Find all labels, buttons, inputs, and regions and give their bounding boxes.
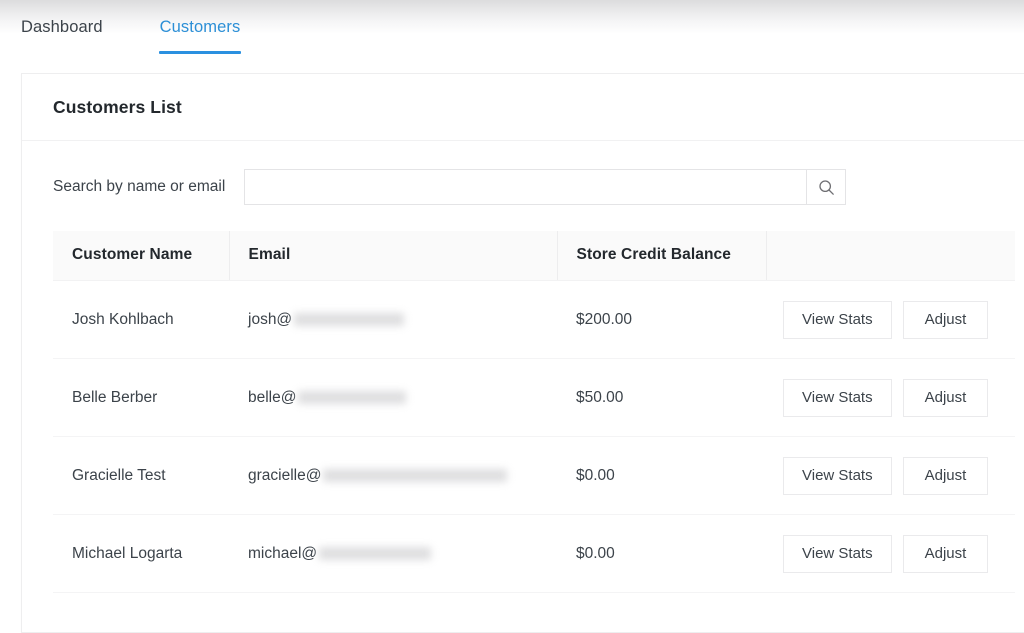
customers-table: Customer Name Email Store Credit Balance…: [53, 231, 1015, 593]
cell-email: belle@: [229, 358, 557, 437]
table-header-row: Customer Name Email Store Credit Balance: [53, 231, 1015, 281]
email-redacted-blur: [294, 313, 405, 326]
column-header-store-credit-balance: Store Credit Balance: [556, 231, 766, 281]
search-row: Search by name or email: [53, 169, 1024, 205]
email-redacted-blur: [319, 547, 432, 560]
adjust-button[interactable]: Adjust: [902, 300, 989, 339]
email-redacted-blur: [298, 391, 407, 404]
cell-actions: View Stats Adjust: [766, 436, 1015, 515]
column-header-customer-name: Customer Name: [53, 231, 229, 281]
search-button[interactable]: [806, 169, 847, 205]
cell-store-credit-balance: $0.00: [557, 514, 766, 593]
customer-name-text: Josh Kohlbach: [72, 310, 174, 328]
table-row: Belle Berber belle@ $50.00 View Stats Adjust: [53, 358, 1015, 437]
adjust-button[interactable]: Adjust: [902, 534, 989, 573]
tab-customers[interactable]: Customers: [158, 0, 241, 53]
cell-customer-name: Belle Berber: [53, 358, 229, 437]
cell-actions: View Stats Adjust: [766, 358, 1015, 437]
table-header: Customer Name Email Store Credit Balance: [53, 231, 1015, 281]
search-icon: [818, 179, 835, 196]
column-header-actions: [765, 231, 1015, 281]
email-prefix-text: michael@: [248, 544, 318, 562]
tab-dashboard[interactable]: Dashboard: [21, 0, 103, 36]
store-credit-balance-text: $50.00: [576, 388, 624, 406]
card-body: Search by name or email Customer Name Em…: [22, 141, 1024, 593]
cell-email: michael@: [229, 514, 557, 593]
search-group: [244, 169, 847, 205]
table-body: Josh Kohlbach josh@ $200.00 View Stats Adjus…: [53, 280, 1015, 593]
view-stats-button[interactable]: View Stats: [783, 378, 892, 417]
column-header-email: Email: [228, 231, 557, 281]
card-header: Customers List: [22, 74, 1024, 141]
page-title: Customers List: [53, 96, 182, 117]
view-stats-button[interactable]: View Stats: [783, 456, 892, 495]
store-credit-balance-text: $0.00: [576, 466, 615, 484]
customers-card: Customers List Search by name or email C…: [21, 73, 1024, 633]
tab-bar: Dashboard Customers: [0, 0, 1024, 58]
search-label: Search by name or email: [53, 178, 226, 195]
customer-name-text: Michael Logarta: [72, 544, 183, 562]
email-redacted-blur: [323, 469, 508, 482]
column-header-customer-name-label: Customer Name: [72, 246, 193, 263]
store-credit-balance-text: $200.00: [576, 310, 633, 328]
email-prefix-text: belle@: [248, 388, 297, 406]
view-stats-button[interactable]: View Stats: [783, 534, 892, 573]
table-row: Josh Kohlbach josh@ $200.00 View Stats Adjus…: [53, 280, 1015, 359]
cell-customer-name: Josh Kohlbach: [53, 280, 229, 359]
column-header-store-credit-balance-label: Store Credit Balance: [576, 246, 731, 263]
search-input[interactable]: [244, 169, 807, 205]
email-prefix-text: gracielle@: [248, 466, 322, 484]
store-credit-balance-text: $0.00: [576, 544, 615, 562]
cell-store-credit-balance: $200.00: [557, 280, 766, 359]
cell-customer-name: Gracielle Test: [53, 436, 229, 515]
column-header-email-label: Email: [248, 246, 291, 263]
email-prefix-text: josh@: [248, 310, 293, 328]
cell-email: josh@: [229, 280, 557, 359]
view-stats-button[interactable]: View Stats: [783, 300, 892, 339]
customer-name-text: Belle Berber: [72, 388, 158, 406]
table-row: Gracielle Test gracielle@ $0.00 View Stats A…: [53, 436, 1015, 515]
customer-name-text: Gracielle Test: [72, 466, 166, 484]
cell-customer-name: Michael Logarta: [53, 514, 229, 593]
cell-actions: View Stats Adjust: [766, 280, 1015, 359]
cell-store-credit-balance: $0.00: [557, 436, 766, 515]
tab-dashboard-label: Dashboard: [21, 18, 103, 36]
cell-actions: View Stats Adjust: [766, 514, 1015, 593]
adjust-button[interactable]: Adjust: [902, 378, 989, 417]
cell-email: gracielle@: [229, 436, 557, 515]
adjust-button[interactable]: Adjust: [902, 456, 989, 495]
table-row: Michael Logarta michael@ $0.00 View Stats Ad…: [53, 514, 1015, 593]
cell-store-credit-balance: $50.00: [557, 358, 766, 437]
tab-customers-label: Customers: [159, 18, 241, 36]
